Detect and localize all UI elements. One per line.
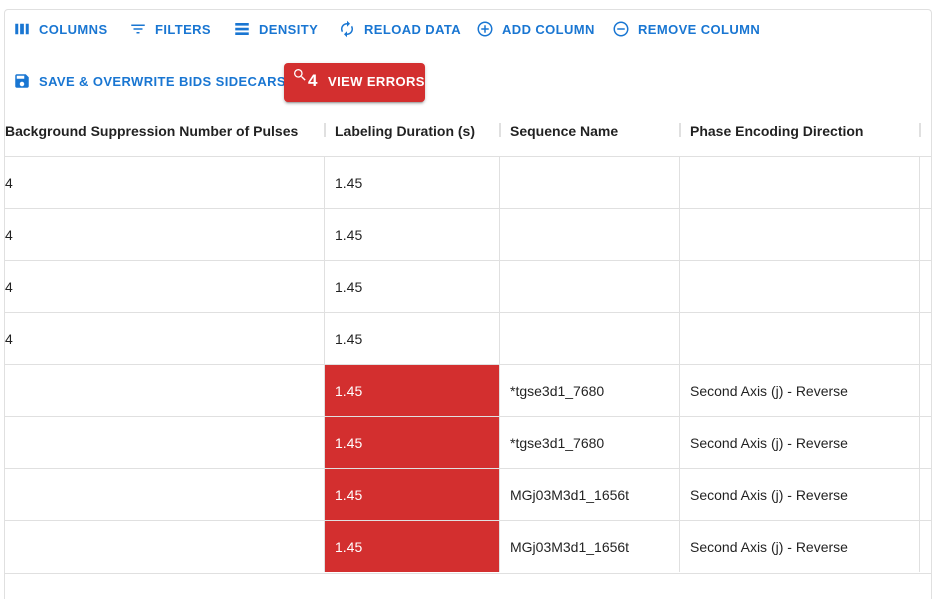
cell-sequence[interactable]: MGj03M3d1_1656t [500, 521, 680, 572]
cell-value: Second Axis (j) - Reverse [690, 538, 848, 555]
cell-duration-error[interactable]: 1.45 [325, 521, 500, 572]
cell-value: 4 [5, 330, 13, 347]
cell-sequence[interactable]: *tgse3d1_7680 [500, 417, 680, 468]
add-column-button[interactable]: ADD COLUMN [476, 14, 595, 44]
cell-duration[interactable]: 1.45 [325, 261, 500, 312]
view-errors-label: VIEW ERRORS [328, 74, 425, 89]
column-separator[interactable] [499, 123, 501, 137]
cell-value: 1.45 [335, 538, 363, 555]
table-row[interactable]: 4 1.45 [5, 208, 931, 260]
cell-value: *tgse3d1_7680 [510, 434, 605, 451]
cell-duration[interactable]: 1.45 [325, 209, 500, 260]
save-icon [13, 72, 31, 90]
reload-data-label: RELOAD DATA [364, 21, 462, 37]
cell-pulses[interactable]: 4 [5, 209, 325, 260]
cell-duration[interactable]: 1.45 [325, 313, 500, 364]
cell-pulses[interactable]: 4 [5, 313, 325, 364]
filter-list-icon [129, 20, 147, 38]
cell-sequence[interactable] [500, 313, 680, 364]
remove-column-button[interactable]: REMOVE COLUMN [612, 14, 760, 44]
cell-phase[interactable]: Second Axis (j) - Reverse [680, 521, 920, 572]
columns-button[interactable]: COLUMNS [13, 14, 108, 44]
density-label: DENSITY [259, 21, 319, 37]
column-header-label: Labeling Duration (s) [335, 123, 475, 139]
cell-pulses[interactable] [5, 521, 325, 572]
cell-value: 1.45 [335, 174, 363, 191]
cell-pulses[interactable] [5, 365, 325, 416]
cell-value: MGj03M3d1_1656t [510, 486, 630, 503]
column-header-label: Background Suppression Number of Pulses [5, 123, 299, 139]
cell-phase[interactable]: Second Axis (j) - Reverse [680, 469, 920, 520]
add-circle-icon [476, 20, 494, 38]
cell-value: *tgse3d1_7680 [510, 382, 605, 399]
column-header-pulses[interactable]: Background Suppression Number of Pulses [5, 106, 323, 156]
cell-value: 1.45 [335, 330, 363, 347]
table-row[interactable]: 1.45 *tgse3d1_7680 Second Axis (j) - Rev… [5, 364, 931, 416]
cell-value: Second Axis (j) - Reverse [690, 382, 848, 399]
reload-data-button[interactable]: RELOAD DATA [338, 14, 461, 44]
cell-value: 4 [5, 278, 13, 295]
table-row[interactable]: 4 1.45 [5, 312, 931, 364]
cell-value: 4 [5, 226, 13, 243]
cell-pulses[interactable] [5, 417, 325, 468]
cell-value: MGj03M3d1_1656t [510, 538, 630, 555]
cell-duration[interactable]: 1.45 [325, 157, 500, 208]
cell-value: Second Axis (j) - Reverse [690, 486, 848, 503]
cell-value: 4 [5, 174, 13, 191]
column-header-duration[interactable]: Labeling Duration (s) [335, 106, 499, 156]
column-header-phase[interactable]: Phase Encoding Direction [690, 106, 918, 156]
view-errors-button[interactable]: 4 VIEW ERRORS [284, 63, 425, 102]
table-row[interactable]: 4 1.45 [5, 156, 931, 208]
cell-value: Second Axis (j) - Reverse [690, 434, 848, 451]
save-overwrite-button[interactable]: SAVE & OVERWRITE BIDS SIDECARS [13, 66, 286, 96]
cell-phase[interactable] [680, 261, 920, 312]
cell-pulses[interactable] [5, 469, 325, 520]
cell-value: 1.45 [335, 278, 363, 295]
column-header-sequence[interactable]: Sequence Name [510, 106, 678, 156]
cell-phase[interactable] [680, 313, 920, 364]
cell-sequence[interactable] [500, 157, 680, 208]
error-search-icon [292, 67, 308, 83]
remove-column-label: REMOVE COLUMN [638, 21, 761, 37]
columns-label: COLUMNS [39, 21, 108, 37]
cell-phase[interactable]: Second Axis (j) - Reverse [680, 417, 920, 468]
filters-button[interactable]: FILTERS [129, 14, 211, 44]
reload-icon [338, 20, 356, 38]
cell-value: 1.45 [335, 486, 363, 503]
column-separator[interactable] [919, 123, 921, 137]
cell-value: 1.45 [335, 382, 363, 399]
column-separator[interactable] [324, 123, 326, 137]
table-row[interactable]: 1.45 *tgse3d1_7680 Second Axis (j) - Rev… [5, 416, 931, 468]
cell-duration-error[interactable]: 1.45 [325, 365, 500, 416]
column-separator[interactable] [679, 123, 681, 137]
cell-phase[interactable] [680, 157, 920, 208]
remove-circle-icon [612, 20, 630, 38]
data-grid: COLUMNS FILTERS DENSITY RELOAD DATA ADD … [4, 9, 932, 599]
errors-count-badge: 4 [308, 71, 318, 90]
density-button[interactable]: DENSITY [233, 14, 318, 44]
cell-phase[interactable]: Second Axis (j) - Reverse [680, 365, 920, 416]
cell-pulses[interactable]: 4 [5, 261, 325, 312]
cell-duration-error[interactable]: 1.45 [325, 469, 500, 520]
cell-pulses[interactable]: 4 [5, 157, 325, 208]
grid-bottom-border [5, 573, 931, 574]
cell-value: 1.45 [335, 434, 363, 451]
table-row[interactable]: 1.45 MGj03M3d1_1656t Second Axis (j) - R… [5, 520, 931, 572]
add-column-label: ADD COLUMN [502, 21, 595, 37]
filters-label: FILTERS [155, 21, 211, 37]
column-header-label: Phase Encoding Direction [690, 123, 864, 139]
cell-value: 1.45 [335, 226, 363, 243]
cell-sequence[interactable] [500, 209, 680, 260]
density-icon [233, 20, 251, 38]
table-row[interactable]: 4 1.45 [5, 260, 931, 312]
cell-phase[interactable] [680, 209, 920, 260]
cell-sequence[interactable]: MGj03M3d1_1656t [500, 469, 680, 520]
column-header-label: Sequence Name [510, 123, 619, 139]
view-column-icon [13, 20, 31, 38]
cell-sequence[interactable] [500, 261, 680, 312]
cell-sequence[interactable]: *tgse3d1_7680 [500, 365, 680, 416]
table-row[interactable]: 1.45 MGj03M3d1_1656t Second Axis (j) - R… [5, 468, 931, 520]
save-overwrite-label: SAVE & OVERWRITE BIDS SIDECARS [39, 73, 286, 89]
cell-duration-error[interactable]: 1.45 [325, 417, 500, 468]
